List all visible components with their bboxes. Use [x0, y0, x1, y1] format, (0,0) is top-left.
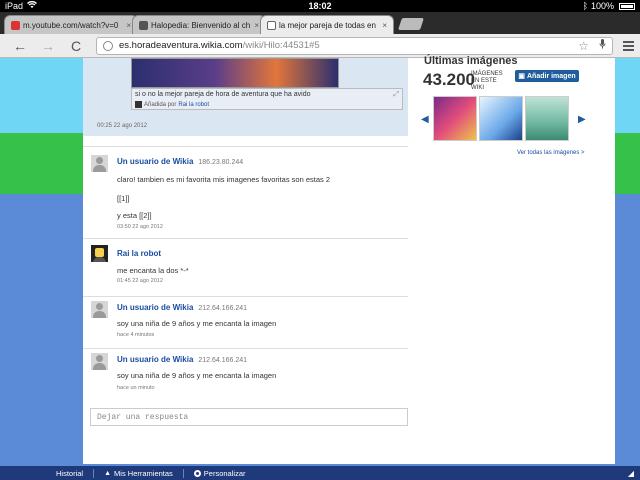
my-tools-menu[interactable]: ▲ Mis Herramientas [104, 469, 173, 478]
microphone-icon[interactable] [599, 38, 606, 53]
image-carousel: ◀ ▶ [418, 96, 588, 142]
tab-strip: m.youtube.com/watch?v=0 × Halopedia: Bie… [0, 12, 640, 34]
battery-icon [619, 2, 635, 10]
see-all-images-link[interactable]: Ver todas las imágenes > [517, 150, 585, 156]
image-caption: si o no la mejor pareja de hora de avent… [135, 91, 311, 98]
author-ip: 186.23.80.244 [198, 159, 244, 166]
device-label: iPad [5, 1, 24, 11]
added-by: Añadida por Rai la robot [135, 101, 209, 108]
gear-icon [193, 469, 201, 477]
reply-input[interactable]: Dejar una respuesta [90, 408, 408, 426]
author-ip: 212.64.166.241 [198, 305, 248, 312]
tab-title: m.youtube.com/watch?v=0 [23, 20, 119, 30]
wifi-icon [27, 0, 38, 11]
comment-timestamp: 03:50 22 ago 2012 [117, 224, 163, 230]
comment: Un usuario de Wikia 212.64.166.241 soy un… [83, 348, 408, 398]
author-ip: 212.64.166.241 [198, 357, 248, 364]
latest-images-module: Últimas imágenes 43.200 IMÁGENES EN ESTE… [418, 55, 615, 164]
comment: Rai la robot me encanta la dos *-* 01:45… [83, 238, 408, 296]
wikia-toolbar: Historial ▲ Mis Herramientas Personaliza… [0, 466, 640, 480]
image-count: 43.200 [423, 70, 475, 89]
comment-author[interactable]: Rai la robot [117, 249, 161, 258]
close-tab-icon[interactable]: × [254, 21, 259, 30]
customize-button[interactable]: Personalizar [193, 469, 245, 478]
avatar[interactable] [91, 245, 108, 262]
battery-percent: 100% [590, 1, 614, 11]
carousel-next-icon[interactable]: ▶ [578, 114, 586, 125]
bluetooth-icon: ᛒ [582, 1, 588, 11]
image-caption-box: si o no la mejor pareja de hora de avent… [131, 88, 403, 110]
bookmark-star-icon[interactable]: ☆ [578, 39, 589, 53]
back-button[interactable]: ← [6, 38, 34, 54]
halopedia-favicon-icon [139, 20, 148, 30]
menu-icon[interactable] [623, 40, 634, 51]
zoom-icon[interactable]: ⤢ [393, 91, 399, 99]
comment-text: soy una niña de 9 años y me encanta la i… [117, 319, 277, 328]
address-bar[interactable]: es.horadeaventura.wikia.com /wiki/Hilo:4… [96, 36, 613, 55]
history-link[interactable]: Historial [56, 469, 83, 478]
expand-icon[interactable]: ◢ [628, 469, 634, 478]
separator [93, 468, 95, 478]
module-title: Últimas imágenes [424, 55, 518, 67]
comment-image[interactable] [131, 58, 339, 88]
previous-comment: si o no la mejor pareja de hora de avent… [83, 58, 408, 136]
url-path: /wiki/Hilo:44531#5 [242, 40, 320, 51]
avatar[interactable] [91, 155, 108, 172]
tab-halopedia[interactable]: Halopedia: Bienvenido al ch × [132, 15, 266, 34]
tab-youtube[interactable]: m.youtube.com/watch?v=0 × [4, 15, 138, 34]
comment-timestamp: 00:25 22 ago 2012 [97, 123, 148, 129]
thumbnail-image[interactable] [525, 96, 569, 141]
thumbnail-image[interactable] [479, 96, 523, 141]
comment-link[interactable]: [[1]] [117, 194, 130, 203]
comment-text: y esta [[2]] [117, 211, 152, 220]
thumbnail-image[interactable] [433, 96, 477, 141]
youtube-favicon-icon [11, 20, 20, 30]
tab-title: Halopedia: Bienvenido al ch [151, 20, 251, 30]
comment-author[interactable]: Un usuario de Wikia 212.64.166.241 [117, 303, 247, 312]
reload-button[interactable]: C [62, 38, 90, 54]
page-content: si o no la mejor pareja de hora de avent… [83, 55, 615, 464]
status-bar: iPad 18:02 ᛒ 100% [0, 0, 640, 12]
image-count-label: IMÁGENES EN ESTE WIKI [471, 71, 503, 91]
tab-title: la mejor pareja de todas en [279, 20, 376, 30]
comment-timestamp: hace 4 minutos [117, 332, 155, 338]
caret-up-icon: ▲ [104, 469, 112, 477]
comment-text: soy una niña de 9 años y me encanta la i… [117, 371, 277, 380]
close-tab-icon[interactable]: × [126, 21, 131, 30]
tab-wikia-active[interactable]: la mejor pareja de todas en × [260, 15, 394, 34]
browser-toolbar: ← → C es.horadeaventura.wikia.com /wiki/… [0, 34, 640, 58]
comment-timestamp: hace un minuto [117, 385, 155, 391]
clock: 18:02 [308, 1, 332, 11]
wikia-favicon-icon [267, 20, 276, 30]
forward-button[interactable]: → [34, 38, 62, 54]
comment-author[interactable]: Un usuario de Wikia 186.23.80.244 [117, 157, 243, 166]
close-tab-icon[interactable]: × [382, 21, 387, 30]
comment-text: me encanta la dos *-* [117, 266, 189, 275]
avatar [135, 101, 142, 108]
new-tab-button[interactable] [398, 18, 424, 30]
comment-timestamp: 01:45 22 ago 2012 [117, 278, 163, 284]
avatar[interactable] [91, 353, 108, 370]
add-photo-icon: ▣ [518, 73, 525, 80]
comment-author[interactable]: Un usuario de Wikia 212.64.166.241 [117, 355, 247, 364]
added-by-user-link[interactable]: Rai la robot [178, 102, 209, 108]
comment: Un usuario de Wikia 212.64.166.241 soy un… [83, 296, 408, 348]
comment-text: claro! tambien es mi favorita mis imagen… [117, 175, 331, 184]
url-host: es.horadeaventura.wikia.com [119, 40, 243, 51]
avatar[interactable] [91, 301, 108, 318]
separator [182, 468, 184, 478]
carousel-prev-icon[interactable]: ◀ [421, 114, 429, 125]
globe-icon [103, 40, 113, 51]
add-image-button[interactable]: ▣ Añadir imagen [515, 70, 579, 82]
comment: Un usuario de Wikia 186.23.80.244 claro! … [83, 146, 408, 238]
